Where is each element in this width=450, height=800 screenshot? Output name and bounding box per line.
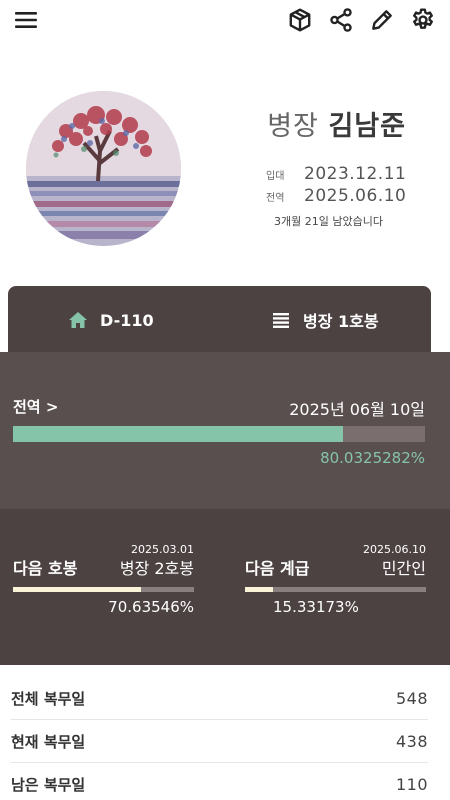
gear-icon[interactable] (410, 7, 436, 33)
home-icon (69, 312, 87, 328)
stat-label: 전체 복무일 (11, 689, 86, 708)
tree-painting-image (26, 91, 181, 246)
service-dates: 입대 2023.12.11 전역 2025.06.10 (266, 164, 416, 208)
summary-tabs: D-110 병장 1호봉 (8, 286, 431, 354)
cube-icon[interactable] (287, 7, 313, 33)
profile-name: 병장 김남준 (267, 104, 406, 143)
next-rank-progress-bar (245, 587, 426, 592)
next-step-percent: 70.63546% (108, 598, 194, 616)
discharge-detail-link[interactable]: 전역 > (13, 396, 58, 417)
next-step-progress-bar (13, 587, 194, 592)
discharge-full-date: 2025년 06월 10일 (289, 400, 425, 419)
stat-row-remaining: 남은 복무일 110 (11, 763, 428, 800)
enlist-label: 입대 (266, 171, 285, 182)
top-toolbar (0, 0, 450, 44)
stat-value: 438 (395, 731, 428, 751)
next-rank-target: 민간인 (381, 559, 426, 578)
enlist-date: 2023.12.11 (304, 164, 407, 184)
next-milestones-section: 2025.03.01 다음 호봉 병장 2호봉 70.63546% 2025.0… (0, 509, 450, 665)
tab-dday[interactable]: D-110 (68, 286, 154, 354)
remaining-text: 3개월 21일 남았습니다 (274, 215, 383, 228)
pencil-icon[interactable] (369, 7, 395, 33)
list-icon (273, 313, 289, 328)
stat-row-total: 전체 복무일 548 (11, 677, 428, 720)
next-rank-card: 2025.06.10 다음 계급 민간인 15.33173% (245, 509, 426, 665)
tab-rank-step[interactable]: 병장 1호봉 (271, 286, 379, 354)
dday-label: D-110 (100, 310, 154, 330)
discharge-percent: 80.0325282% (320, 449, 425, 467)
next-step-card: 2025.03.01 다음 호봉 병장 2호봉 70.63546% (13, 509, 194, 665)
soldier-name: 김남준 (328, 111, 406, 142)
next-rank-percent: 15.33173% (273, 598, 359, 616)
discharge-row: 전역 2025.06.10 (266, 186, 416, 208)
profile-avatar[interactable] (26, 91, 181, 246)
menu-icon[interactable] (14, 9, 38, 31)
next-step-target: 병장 2호봉 (119, 559, 194, 578)
service-days-list: 전체 복무일 548 현재 복무일 438 남은 복무일 110 (0, 677, 450, 800)
enlist-row: 입대 2023.12.11 (266, 164, 416, 186)
share-icon[interactable] (328, 7, 354, 33)
discharge-progress-bar (13, 426, 425, 442)
stat-value: 110 (395, 775, 428, 794)
discharge-progress-fill (13, 426, 343, 442)
toolbar-actions (287, 7, 436, 33)
stat-label: 남은 복무일 (11, 776, 86, 794)
rank-step-label: 병장 1호봉 (303, 312, 379, 331)
discharge-label: 전역 (266, 193, 285, 204)
next-rank-title: 다음 계급 (245, 559, 310, 578)
rank-label: 병장 (267, 111, 319, 142)
stat-label: 현재 복무일 (11, 732, 86, 751)
stat-row-served: 현재 복무일 438 (11, 720, 428, 763)
stat-value: 548 (395, 688, 428, 708)
discharge-progress-section: 전역 > 2025년 06월 10일 80.0325282% (0, 352, 450, 509)
discharge-date: 2025.06.10 (304, 186, 407, 206)
next-rank-progress-fill (245, 587, 273, 592)
next-step-title: 다음 호봉 (13, 559, 78, 578)
next-step-progress-fill (13, 587, 141, 592)
